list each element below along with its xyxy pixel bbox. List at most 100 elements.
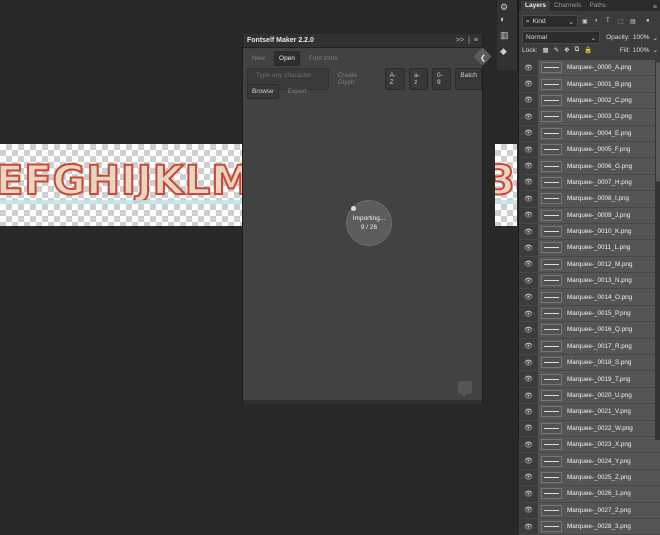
visibility-eye-icon[interactable]: 👁 [519,371,538,387]
type-filter-icon[interactable]: T [606,18,614,26]
visibility-eye-icon[interactable]: 👁 [519,322,538,338]
adjustments-icon[interactable]: ◐ [500,14,505,24]
layer-row[interactable]: 👁 Marquee-_0016_Q.png [519,322,660,339]
visibility-eye-icon[interactable]: 👁 [519,289,538,305]
layer-row[interactable]: 👁 Marquee-_0018_S.png [519,355,660,372]
smart-object-filter-icon[interactable]: ▤ [630,18,638,26]
visibility-eye-icon[interactable]: 👁 [519,518,538,535]
lock-position-icon[interactable]: ✥ [564,46,569,54]
chat-icon[interactable] [458,381,472,397]
layers-scrollbar[interactable] [655,60,660,440]
layer-row[interactable]: 👁 Marquee-_0008_I.png [519,191,660,208]
layer-row[interactable]: 👁 Marquee-_0000_A.png [519,60,660,77]
layer-row[interactable]: 👁 Marquee-_0001_B.png [519,76,660,93]
visibility-eye-icon[interactable]: 👁 [519,404,538,420]
visibility-eye-icon[interactable]: 👁 [519,387,538,404]
visibility-eye-icon[interactable]: 👁 [519,338,538,355]
visibility-eye-icon[interactable]: 👁 [519,141,538,158]
layer-row[interactable]: 👁 Marquee-_0009_J.png [519,207,660,224]
lock-all-icon[interactable]: 🔒 [584,46,592,54]
visibility-eye-icon[interactable]: 👁 [519,223,538,240]
fill-value[interactable]: 100% [633,47,650,54]
blend-mode-select[interactable]: Normal ⌄ [522,31,601,44]
layer-row[interactable]: 👁 Marquee-_0022_W.png [519,420,660,437]
layer-row[interactable]: 👁 Marquee-_0025_Z.png [519,469,660,487]
layer-row[interactable]: 👁 Marquee-_0014_O.png [519,289,660,306]
az-upper-button[interactable]: A-Z [384,68,406,90]
layer-row[interactable]: 👁 Marquee-_0005_F.png [519,141,660,159]
az-lower-button[interactable]: a-z [409,68,429,90]
lock-transparent-icon[interactable]: ▦ [543,46,549,54]
layer-row[interactable]: 👁 Marquee-_0006_G.png [519,158,660,175]
visibility-eye-icon[interactable]: 👁 [519,60,538,76]
panel-menu-icon[interactable]: ≡ [653,4,660,11]
tab-open[interactable]: Open [274,51,300,66]
create-glyph-button[interactable]: Create Glyph [333,68,381,90]
visibility-eye-icon[interactable]: 👁 [519,125,538,141]
fontself-icon[interactable]: ◆ [500,46,507,57]
layer-thumbnail [541,127,562,139]
visibility-eye-icon[interactable]: 👁 [519,453,538,469]
visibility-eye-icon[interactable]: 👁 [519,240,538,256]
filter-toggle-icon[interactable]: ● [646,18,654,26]
visibility-eye-icon[interactable]: 👁 [519,355,538,371]
visibility-eye-icon[interactable]: 👁 [519,174,538,191]
fill-chevron-icon[interactable]: ⌄ [653,46,658,54]
layer-row[interactable]: 👁 Marquee-_0021_V.png [519,404,660,421]
layer-row[interactable]: 👁 Marquee-_0028_3.png [519,518,660,535]
visibility-eye-icon[interactable]: 👁 [519,273,538,289]
shape-filter-icon[interactable]: ⬚ [618,18,626,26]
tab-font-infos[interactable]: Font infos [304,51,343,66]
layer-row[interactable]: 👁 Marquee-_0011_L.png [519,240,660,257]
scrollbar-thumb[interactable] [656,62,660,182]
visibility-eye-icon[interactable]: 👁 [519,92,538,109]
layer-row[interactable]: 👁 Marquee-_0015_P.png [519,305,660,323]
layer-row[interactable]: 👁 Marquee-_0019_T.png [519,371,660,388]
layer-row[interactable]: 👁 Marquee-_0007_H.png [519,174,660,192]
visibility-eye-icon[interactable]: 👁 [519,420,538,436]
layer-row[interactable]: 👁 Marquee-_0013_N.png [519,273,660,290]
tab-layers[interactable]: Layers [521,1,550,11]
lock-image-icon[interactable]: ✎ [554,46,559,54]
browse-button[interactable]: Browse [247,84,279,99]
opacity-value[interactable]: 100% [633,34,650,41]
visibility-eye-icon[interactable]: 👁 [519,76,538,92]
libraries-icon[interactable]: ▥ [500,30,509,41]
tab-channels[interactable]: Channels [550,1,585,11]
batch-button[interactable]: Batch [455,68,482,90]
pixel-filter-icon[interactable]: ▣ [582,18,590,26]
visibility-eye-icon[interactable]: 👁 [519,469,538,486]
visibility-eye-icon[interactable]: 👁 [519,191,538,207]
visibility-eye-icon[interactable]: 👁 [519,436,538,453]
visibility-eye-icon[interactable]: 👁 [519,207,538,223]
layer-row[interactable]: 👁 Marquee-_0010_K.png [519,223,660,241]
layer-row[interactable]: 👁 Marquee-_0004_E.png [519,125,660,142]
visibility-eye-icon[interactable]: 👁 [519,109,538,125]
layer-row[interactable]: 👁 Marquee-_0026_1.png [519,486,660,503]
adjustment-filter-icon[interactable]: ◑ [594,18,602,26]
visibility-eye-icon[interactable]: 👁 [519,502,538,518]
export-button[interactable]: Export [283,84,312,99]
visibility-eye-icon[interactable]: 👁 [519,158,538,174]
visibility-eye-icon[interactable]: 👁 [519,305,538,322]
layer-row[interactable]: 👁 Marquee-_0002_C.png [519,92,660,110]
panel-menu-icon[interactable]: ≡ [474,37,478,44]
layer-row[interactable]: 👁 Marquee-_0020_U.png [519,387,660,405]
layer-row[interactable]: 👁 Marquee-_0024_Y.png [519,453,660,470]
plugin-resize-bar[interactable] [243,400,482,404]
lock-artboard-icon[interactable]: ⧉ [575,46,580,54]
layer-filter-select[interactable]: ⌕ Kind ⌄ [522,15,578,28]
collapse-icon[interactable]: >> [456,37,464,44]
layer-row[interactable]: 👁 Marquee-_0023_X.png [519,436,660,454]
tab-paths[interactable]: Paths [585,1,610,11]
digits-button[interactable]: 0-9 [432,68,452,90]
layer-row[interactable]: 👁 Marquee-_0012_M.png [519,256,660,274]
opacity-chevron-icon[interactable]: ⌄ [653,34,658,42]
tab-new[interactable]: New [247,51,270,66]
layer-row[interactable]: 👁 Marquee-_0017_R.png [519,338,660,356]
visibility-eye-icon[interactable]: 👁 [519,486,538,502]
layer-row[interactable]: 👁 Marquee-_0003_D.png [519,109,660,126]
properties-icon[interactable]: ⚙ [500,2,508,13]
layer-row[interactable]: 👁 Marquee-_0027_2.png [519,502,660,519]
visibility-eye-icon[interactable]: 👁 [519,256,538,273]
